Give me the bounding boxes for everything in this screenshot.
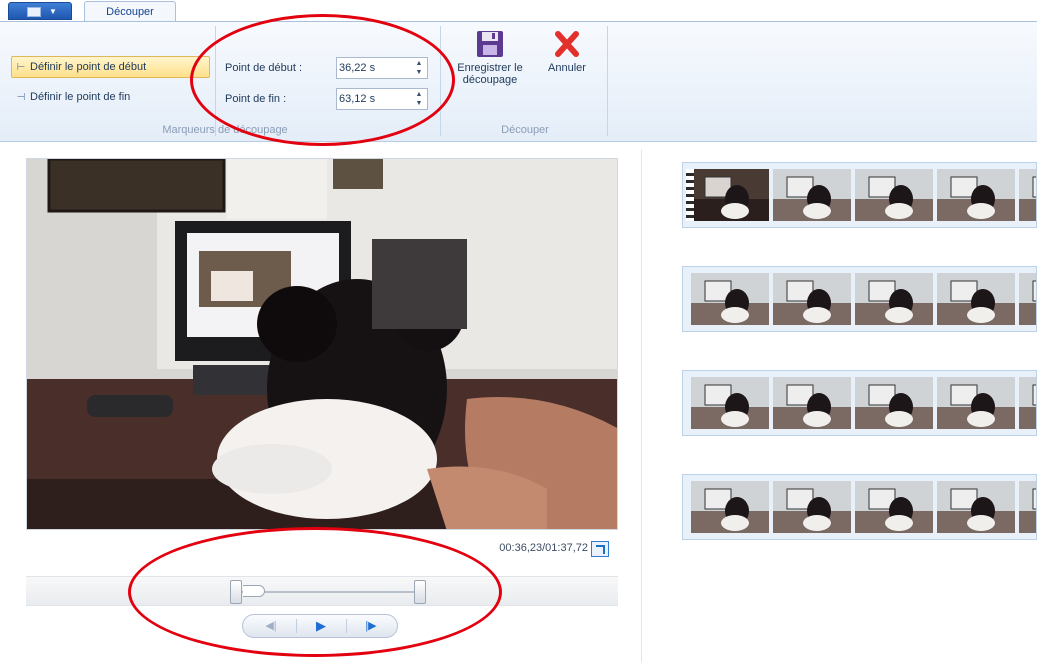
play-icon: ▶ <box>316 618 326 633</box>
app-menu-icon <box>27 7 41 17</box>
next-frame-icon: |▶ <box>365 620 377 632</box>
set-start-point-label: Définir le point de début <box>30 61 147 73</box>
storyboard-thumbnail[interactable] <box>1019 169 1036 221</box>
trim-track[interactable] <box>26 576 618 606</box>
stepper-arrows-icon[interactable]: ▲ ▼ <box>413 59 425 77</box>
storyboard-thumbnail[interactable] <box>1019 481 1036 533</box>
start-point-input[interactable] <box>339 60 405 76</box>
storyboard-clip-row[interactable] <box>682 266 1037 332</box>
transport-controls: ◀| ▶ |▶ <box>242 614 398 638</box>
set-end-point-button[interactable]: ⊣ Définir le point de fin <box>11 87 210 109</box>
video-frame-image <box>27 159 617 529</box>
storyboard-thumbnail[interactable] <box>773 481 851 533</box>
end-point-label: Point de fin : <box>225 93 287 105</box>
pane-divider <box>641 150 642 662</box>
cancel-x-icon <box>555 31 579 57</box>
end-point-input[interactable] <box>339 91 405 107</box>
play-button[interactable]: ▶ <box>297 617 345 635</box>
set-end-point-label: Définir le point de fin <box>30 91 131 103</box>
end-point-stepper[interactable]: ▲▼ <box>336 88 428 110</box>
title-strip: ▼ Découper <box>0 0 1037 23</box>
storyboard-thumbnail[interactable] <box>1019 273 1036 325</box>
storyboard-thumbnail[interactable] <box>855 481 933 533</box>
stepper-arrows-icon[interactable]: ▲ ▼ <box>413 90 425 108</box>
storyboard-clip-row[interactable] <box>682 370 1037 436</box>
group-label-trim: Découper <box>501 124 549 136</box>
storyboard-thumbnail[interactable] <box>937 481 1015 533</box>
storyboard-thumbnail[interactable] <box>773 169 851 221</box>
storyboard-thumbnail[interactable] <box>937 169 1015 221</box>
chevron-down-icon: ▼ <box>49 7 57 16</box>
storyboard-thumbnail[interactable] <box>691 273 769 325</box>
playhead-indicator[interactable] <box>243 585 265 597</box>
storyboard-clip-row[interactable] <box>682 474 1037 540</box>
save-disk-icon <box>477 31 503 57</box>
video-preview[interactable] <box>26 158 618 530</box>
storyboard-thumbnail[interactable] <box>937 273 1015 325</box>
next-frame-button[interactable]: |▶ <box>347 617 395 635</box>
storyboard-thumbnail[interactable] <box>855 377 933 429</box>
storyboard-thumbnail[interactable] <box>773 273 851 325</box>
previous-frame-icon: ◀| <box>265 620 277 632</box>
storyboard-thumbnail[interactable] <box>691 377 769 429</box>
marker-start-icon: ⊢ <box>16 62 26 73</box>
marker-end-icon: ⊣ <box>16 92 26 103</box>
previous-frame-button[interactable]: ◀| <box>247 617 295 635</box>
save-trim-label: Enregistrer le découpage <box>457 62 523 86</box>
playback-timecode: 00:36,23/01:37,72 <box>499 542 588 554</box>
storyboard-thumbnail[interactable] <box>855 169 933 221</box>
save-trim-button[interactable]: Enregistrer le découpage <box>448 30 532 86</box>
storyboard-thumbnail[interactable] <box>855 273 933 325</box>
expand-icon[interactable] <box>591 541 609 557</box>
group-label-markers: Marqueurs de découpage <box>162 124 288 136</box>
end-trim-handle[interactable] <box>414 580 426 604</box>
start-point-stepper[interactable]: ▲▼ <box>336 57 428 79</box>
filmstrip-edge-icon <box>686 169 694 221</box>
storyboard-clip-row[interactable] <box>682 162 1037 228</box>
ribbon-separator <box>215 26 216 136</box>
storyboard-thumbnail[interactable] <box>773 377 851 429</box>
start-point-label: Point de début : <box>225 62 303 74</box>
start-trim-handle[interactable] <box>230 580 242 604</box>
tab-decouper[interactable]: Découper <box>84 1 176 23</box>
ribbon-separator <box>440 26 441 136</box>
storyboard-thumbnail[interactable] <box>1019 377 1036 429</box>
app-menu-button[interactable]: ▼ <box>8 2 72 20</box>
storyboard-thumbnail[interactable] <box>937 377 1015 429</box>
ribbon-separator <box>607 26 608 136</box>
cancel-label: Annuler <box>548 62 586 74</box>
cancel-button[interactable]: Annuler <box>536 30 598 74</box>
storyboard-thumbnail[interactable] <box>691 169 769 221</box>
storyboard-thumbnail[interactable] <box>691 481 769 533</box>
set-start-point-button[interactable]: ⊢ Définir le point de début <box>11 56 210 78</box>
